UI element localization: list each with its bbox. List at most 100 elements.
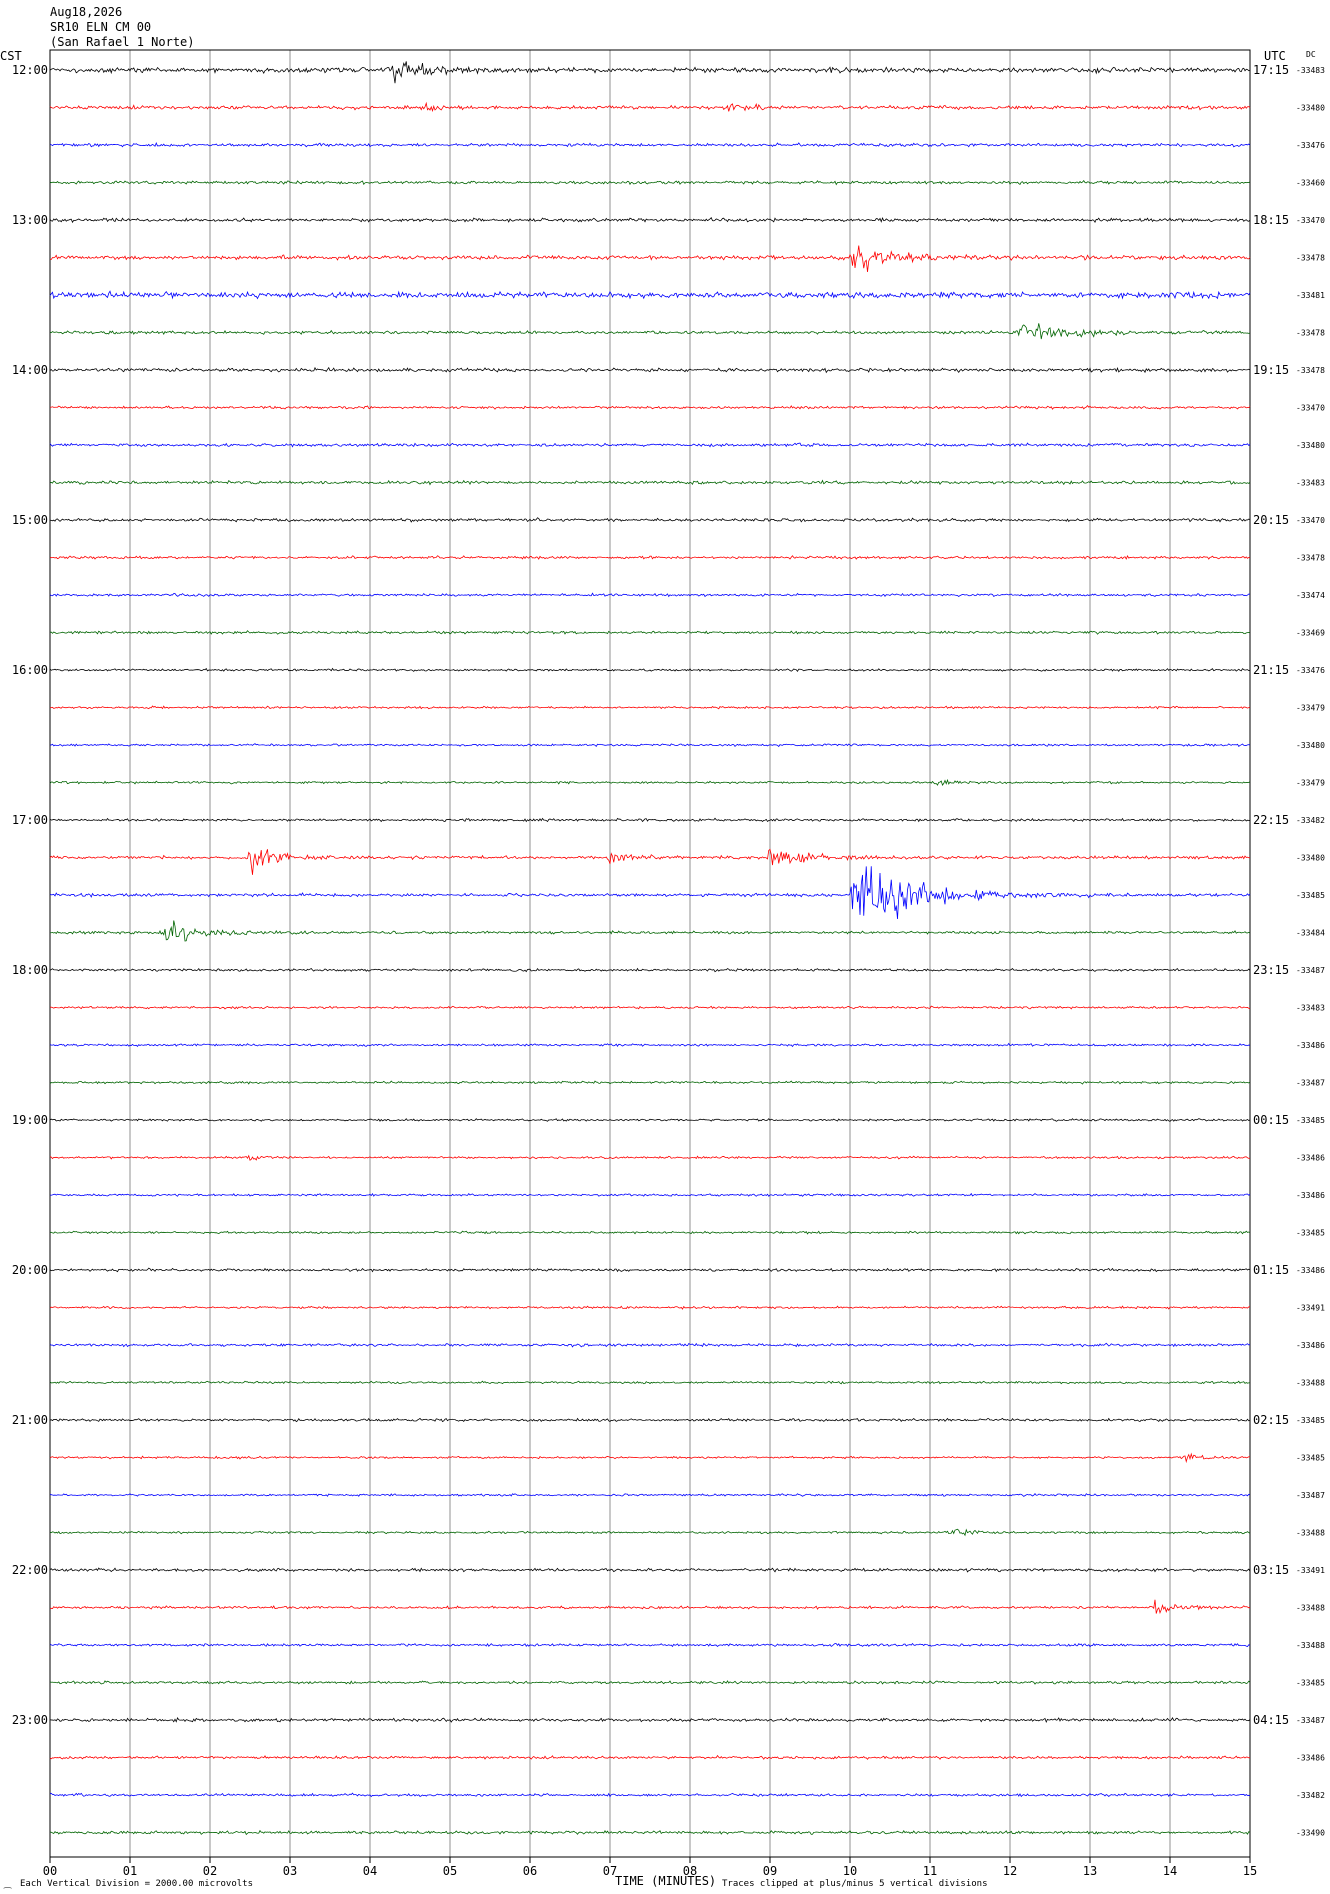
- trace-line: [49, 180, 1251, 186]
- trace-line: [49, 1493, 1251, 1497]
- trace-line: [49, 967, 1251, 973]
- clip-note: Traces clipped at plus/minus 5 vertical …: [722, 1879, 988, 1889]
- dc-offset-label: -33478: [1296, 366, 1325, 375]
- dc-offset-label: -33483: [1296, 66, 1325, 75]
- minute-gridlines: [129, 50, 1171, 1857]
- dc-offset-label: -33488: [1296, 1379, 1325, 1388]
- x-tick-label: 06: [523, 1864, 537, 1878]
- trace-line: [49, 1717, 1251, 1723]
- trace-line: [49, 290, 1251, 300]
- dc-offset-label: -33474: [1296, 591, 1325, 600]
- x-tick-label: 15: [1243, 1864, 1257, 1878]
- dc-offset-label: -33488: [1296, 1641, 1325, 1650]
- trace-line: [49, 1567, 1251, 1573]
- dc-offset-label: -33482: [1296, 816, 1325, 825]
- dc-offset-label: -33480: [1296, 741, 1325, 750]
- cst-hour-labels: 12:00 13:00 14:00 15:00 16:00 17:00 18:00 19:00…: [12, 63, 48, 1727]
- dc-offset-label: -33485: [1296, 1116, 1325, 1125]
- scale-icon: ⁔: [3, 1879, 12, 1889]
- cst-hour-label: 19:00: [12, 1113, 48, 1127]
- trace-line: [49, 743, 1251, 748]
- trace-line: [49, 667, 1251, 672]
- cst-hour-label: 12:00: [12, 63, 48, 77]
- cst-hour-label: 13:00: [12, 213, 48, 227]
- trace-line: [49, 1118, 1251, 1122]
- dc-offset-label: -33483: [1296, 1004, 1325, 1013]
- trace-line: [49, 1680, 1251, 1685]
- dc-offset-label: -33490: [1296, 1829, 1325, 1838]
- dc-offset-label: -33486: [1296, 1154, 1325, 1163]
- dc-offset-label: -33478: [1296, 329, 1325, 338]
- dc-offset-label: -33486: [1296, 1341, 1325, 1350]
- cst-hour-label: 22:00: [12, 1563, 48, 1577]
- trace-line: [49, 1452, 1251, 1464]
- cst-hour-label: 14:00: [12, 363, 48, 377]
- scale-note: Each Vertical Division = 2000.00 microvo…: [20, 1879, 253, 1889]
- cst-hour-label: 18:00: [12, 963, 48, 977]
- trace-line: [49, 592, 1251, 598]
- x-tick-label: 10: [843, 1864, 857, 1878]
- dc-column-label: DC: [1306, 50, 1316, 59]
- utc-hour-label: 04:15: [1253, 1713, 1289, 1727]
- dc-offset-label: -33485: [1296, 891, 1325, 900]
- utc-hour-label: 00:15: [1253, 1113, 1289, 1127]
- utc-hour-label: 18:15: [1253, 213, 1289, 227]
- trace-line: [49, 1267, 1251, 1273]
- x-tick-label: 09: [763, 1864, 777, 1878]
- trace-line: [49, 1754, 1251, 1760]
- dc-offset-label: -33491: [1296, 1304, 1325, 1313]
- plot-frame: [49, 49, 1251, 1858]
- trace-line: [49, 1792, 1251, 1798]
- x-tick-label: 02: [203, 1864, 217, 1878]
- utc-hour-labels: 17:15 18:15 19:15 20:15 21:15 22:15 23:15 00:15…: [1253, 63, 1289, 1727]
- dc-offset-labels: -33483 -33480 -33476 -33460 -33470 -33478 -334…: [1296, 66, 1325, 1838]
- dc-offset-label: -33487: [1296, 1491, 1325, 1500]
- station-id: SR10 ELN CM 00: [50, 20, 151, 34]
- trace-line: [49, 61, 1251, 84]
- utc-hour-label: 21:15: [1253, 663, 1289, 677]
- record-date: Aug18,2026: [50, 5, 122, 19]
- dc-offset-label: -33486: [1296, 1191, 1325, 1200]
- dc-offset-label: -33488: [1296, 1529, 1325, 1538]
- trace-line: [49, 517, 1251, 523]
- utc-hour-label: 22:15: [1253, 813, 1289, 827]
- dc-offset-label: -33470: [1296, 404, 1325, 413]
- trace-line: [49, 479, 1251, 486]
- trace-line: [49, 778, 1251, 787]
- trace-line: [49, 323, 1251, 340]
- trace-line: [49, 216, 1251, 224]
- cst-hour-label: 15:00: [12, 513, 48, 527]
- dc-offset-label: -33480: [1296, 441, 1325, 450]
- trace-line: [49, 555, 1251, 560]
- trace-line: [49, 1154, 1251, 1161]
- trace-line: [49, 1042, 1251, 1048]
- trace-line: [49, 705, 1251, 710]
- trace-line: [49, 1829, 1251, 1836]
- dc-offset-label: -33476: [1296, 141, 1325, 150]
- utc-hour-label: 03:15: [1253, 1563, 1289, 1577]
- utc-hour-label: 19:15: [1253, 363, 1289, 377]
- dc-offset-label: -33491: [1296, 1566, 1325, 1575]
- trace-line: [49, 245, 1251, 272]
- trace-line: [49, 1380, 1251, 1385]
- trace-line: [49, 1305, 1251, 1310]
- helicorder-chart: Aug18,2026 SR10 ELN CM 00 (San Rafael 1 …: [0, 5, 1325, 1889]
- utc-hour-label: 17:15: [1253, 63, 1289, 77]
- x-tick-label: 12: [1003, 1864, 1017, 1878]
- dc-offset-label: -33486: [1296, 1754, 1325, 1763]
- seismic-traces: [49, 61, 1251, 1836]
- trace-line: [49, 142, 1251, 148]
- trace-line: [49, 366, 1251, 374]
- trace-line: [49, 404, 1251, 410]
- station-location: (San Rafael 1 Norte): [50, 35, 195, 49]
- dc-offset-label: -33485: [1296, 1679, 1325, 1688]
- dc-offset-label: -33487: [1296, 1716, 1325, 1725]
- dc-offset-label: -33480: [1296, 104, 1325, 113]
- trace-line: [49, 1192, 1251, 1197]
- dc-offset-label: -33470: [1296, 216, 1325, 225]
- trace-line: [49, 101, 1251, 113]
- x-tick-label: 01: [123, 1864, 137, 1878]
- dc-offset-label: -33481: [1296, 291, 1325, 300]
- dc-offset-label: -33487: [1296, 966, 1325, 975]
- x-tick-label: 05: [443, 1864, 457, 1878]
